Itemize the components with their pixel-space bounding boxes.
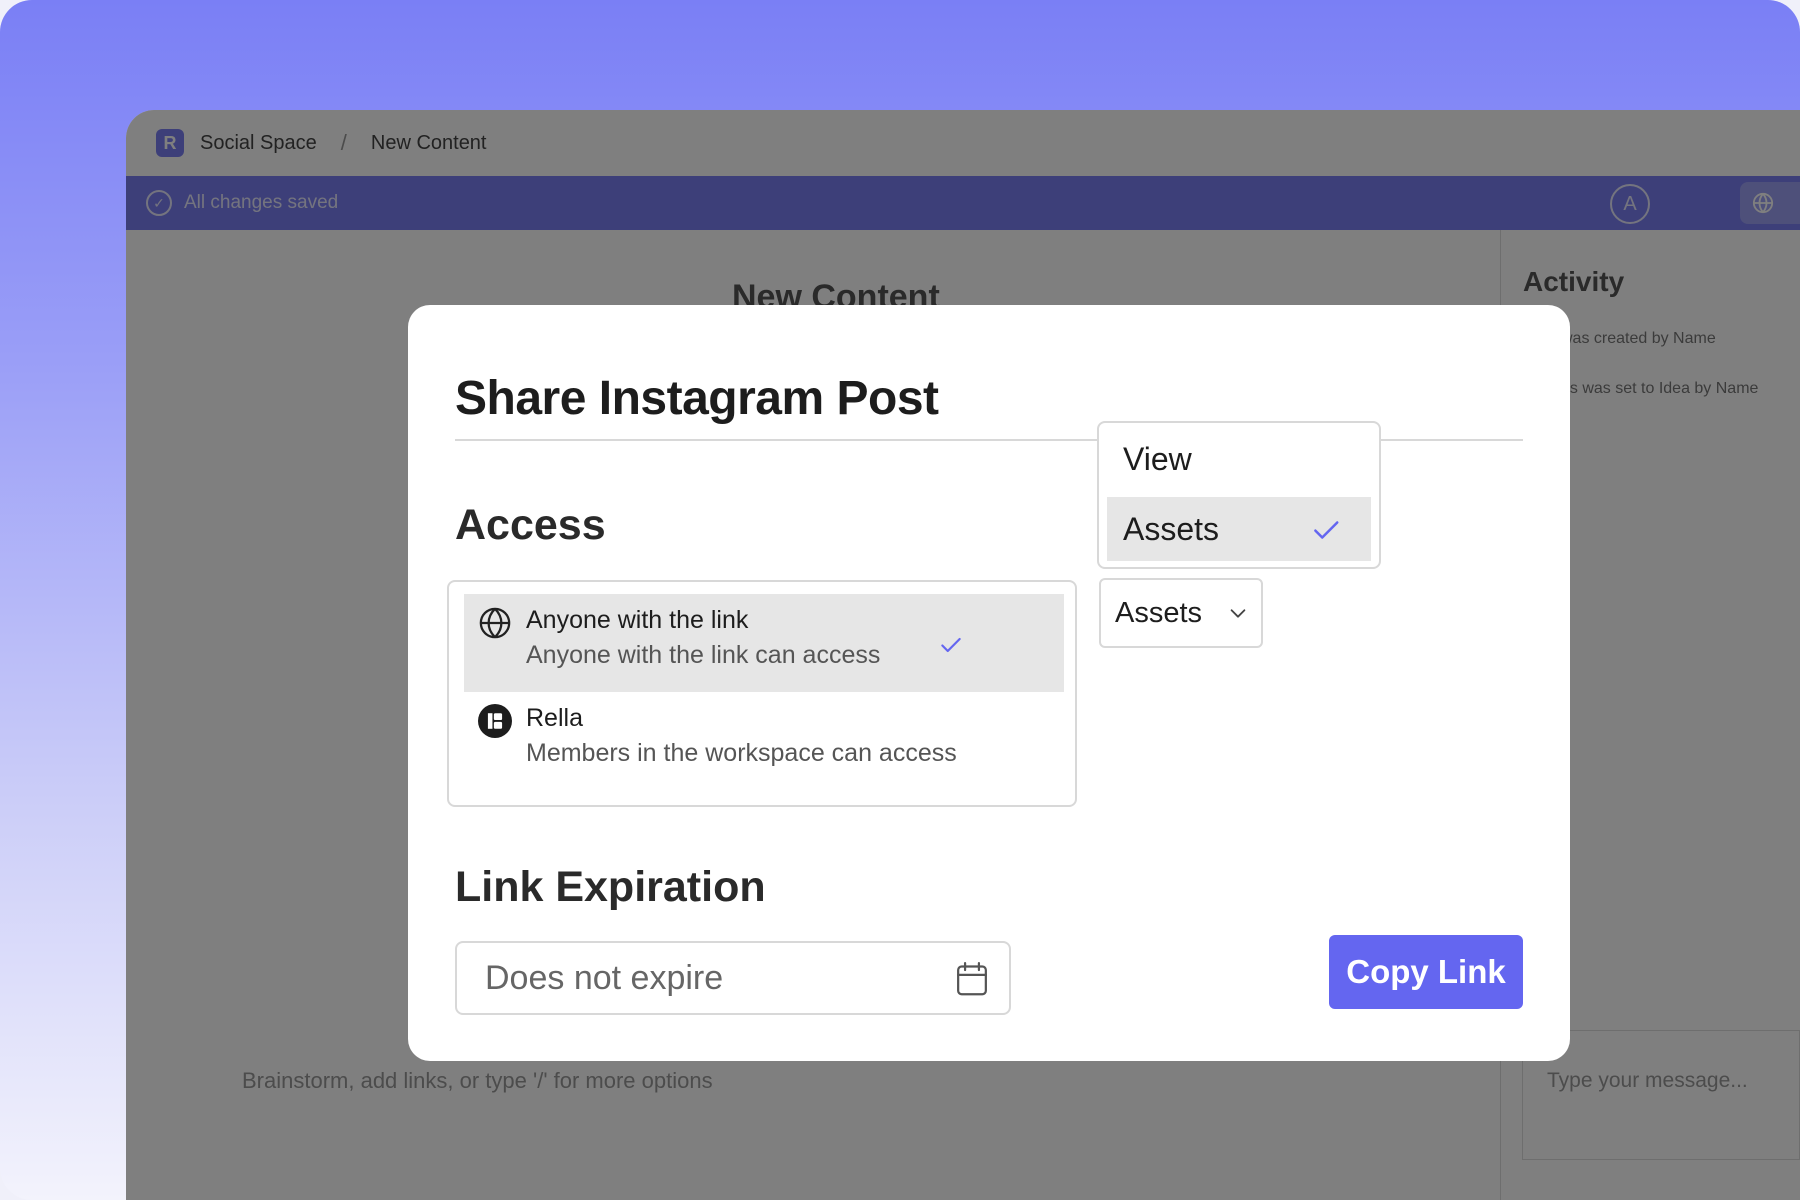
- dropdown-option-assets[interactable]: Assets: [1107, 497, 1371, 561]
- access-option-workspace[interactable]: Rella Members in the workspace can acces…: [464, 692, 1064, 790]
- dropdown-option-label: Assets: [1123, 510, 1220, 547]
- globe-icon: [479, 607, 511, 639]
- share-modal: Share Instagram Post Access Anyone with …: [408, 305, 1570, 1061]
- access-option-title: Anyone with the link: [526, 606, 749, 634]
- rella-logo-icon: [478, 704, 512, 738]
- dropdown-option-label: View: [1123, 440, 1192, 477]
- calendar-icon[interactable]: [955, 961, 989, 997]
- chevron-down-icon: [1230, 609, 1246, 618]
- access-option-subtitle: Members in the workspace can access: [526, 739, 957, 767]
- access-option-anyone[interactable]: Anyone with the link Anyone with the lin…: [464, 594, 1064, 692]
- expiration-label: Link Expiration: [455, 863, 766, 911]
- check-icon: [941, 637, 961, 653]
- copy-link-button[interactable]: Copy Link: [1329, 935, 1523, 1009]
- access-label: Access: [455, 501, 606, 549]
- check-icon: [1314, 521, 1339, 539]
- permission-dropdown: View Assets: [1097, 421, 1381, 569]
- permission-select-value: Assets: [1115, 596, 1203, 629]
- access-options-list: Anyone with the link Anyone with the lin…: [447, 580, 1077, 807]
- expiration-date-field[interactable]: Does not expire: [455, 941, 1011, 1015]
- dropdown-option-view[interactable]: View: [1107, 427, 1371, 491]
- permission-select[interactable]: Assets: [1099, 578, 1263, 648]
- expiration-value: Does not expire: [485, 958, 724, 997]
- modal-title: Share Instagram Post: [455, 372, 939, 425]
- access-option-subtitle: Anyone with the link can access: [526, 641, 881, 669]
- access-option-title: Rella: [526, 704, 583, 732]
